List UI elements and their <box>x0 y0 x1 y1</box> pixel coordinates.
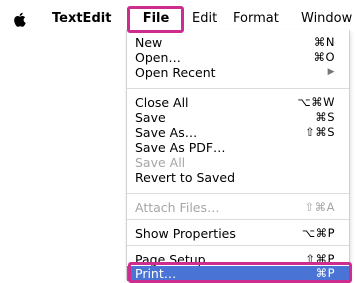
menu-edit[interactable]: Edit <box>192 8 217 30</box>
apple-logo-icon <box>14 12 26 27</box>
menu-item-save-as-pdf[interactable]: Save As PDF… <box>127 140 349 155</box>
menu-item-label: Close All <box>135 95 189 110</box>
menu-item-revert-to-saved[interactable]: Revert to Saved <box>127 170 349 185</box>
menu-item-label: Revert to Saved <box>135 170 236 185</box>
app-menu-textedit[interactable]: TextEdit <box>52 8 111 30</box>
menu-window[interactable]: Window <box>301 8 352 30</box>
menu-separator <box>127 193 349 194</box>
menu-item-label: Save As PDF… <box>135 140 226 155</box>
menu-item-label: Save <box>135 110 166 125</box>
menu-format[interactable]: Format <box>233 8 279 30</box>
submenu-arrow-icon: ▶ <box>327 67 335 77</box>
menu-item-shortcut: ⌘N <box>313 35 335 49</box>
menu-item-shortcut: ⇧⌘S <box>305 125 335 139</box>
menu-item-attach-files: Attach Files… ⇧⌘A <box>127 200 349 215</box>
menu-item-shortcut: ⌥⌘W <box>297 95 335 109</box>
menu-item-save[interactable]: Save ⌘S <box>127 110 349 125</box>
menu-separator <box>127 245 349 246</box>
menu-item-show-properties[interactable]: Show Properties ⌥⌘P <box>127 226 349 241</box>
menu-item-label: Save All <box>135 155 186 170</box>
menu-item-label: Open Recent <box>135 65 216 80</box>
menu-item-label: Page Setup… <box>135 252 219 267</box>
menu-item-label: Print… <box>135 266 177 281</box>
menu-item-open-recent[interactable]: Open Recent ▶ <box>127 65 349 80</box>
menu-item-new[interactable]: New ⌘N <box>127 35 349 50</box>
menu-bar: TextEdit File Edit Format Window <box>0 8 356 30</box>
menu-separator <box>127 219 349 220</box>
menu-item-shortcut: ⌘O <box>313 50 335 64</box>
menu-separator <box>127 88 349 89</box>
menu-item-close-all[interactable]: Close All ⌥⌘W <box>127 95 349 110</box>
menu-item-label: Save As… <box>135 125 198 140</box>
menu-file[interactable]: File <box>130 8 182 30</box>
menu-item-print[interactable]: Print… ⌘P <box>127 266 349 281</box>
file-menu-dropdown: New ⌘N Open… ⌘O Open Recent ▶ Close All … <box>126 30 350 281</box>
menu-item-label: Show Properties <box>135 226 236 241</box>
apple-menu[interactable] <box>10 8 28 30</box>
menu-item-shortcut: ⇧⌘P <box>305 252 335 266</box>
menu-item-page-setup[interactable]: Page Setup… ⇧⌘P <box>127 252 349 267</box>
menu-item-shortcut: ⌘P <box>315 266 335 280</box>
menu-item-save-as[interactable]: Save As… ⇧⌘S <box>127 125 349 140</box>
menu-item-save-all: Save All <box>127 155 349 170</box>
menu-item-label: Attach Files… <box>135 200 220 215</box>
menu-item-open[interactable]: Open… ⌘O <box>127 50 349 65</box>
menu-item-shortcut: ⌘S <box>315 110 335 124</box>
menu-item-label: New <box>135 35 163 50</box>
menu-item-shortcut: ⌥⌘P <box>301 226 335 240</box>
menu-item-shortcut: ⇧⌘A <box>304 200 335 214</box>
menu-item-label: Open… <box>135 50 181 65</box>
